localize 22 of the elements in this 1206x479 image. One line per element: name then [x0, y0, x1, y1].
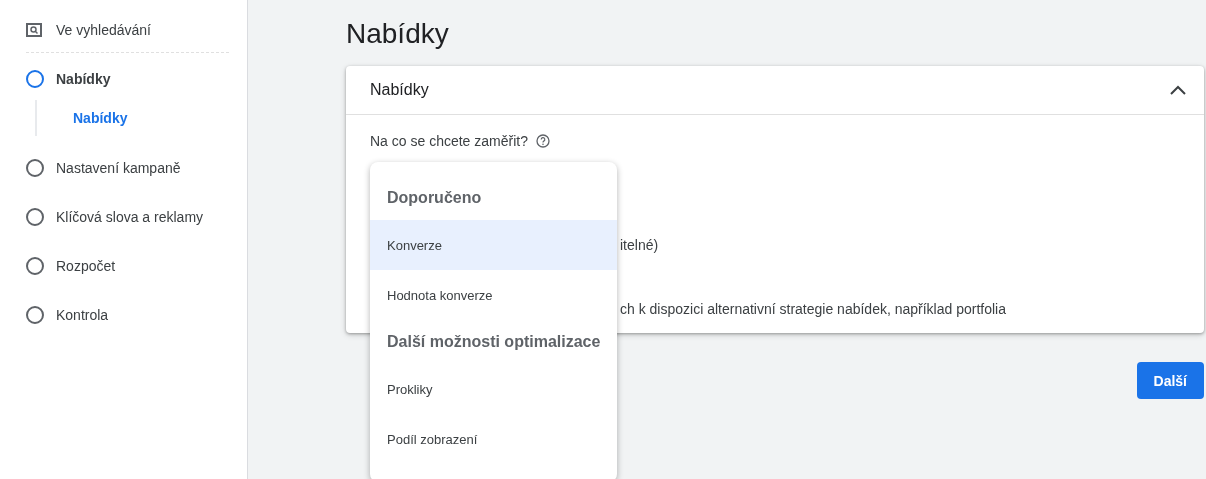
- menu-option[interactable]: Prokliky: [370, 364, 617, 414]
- substep-item[interactable]: Nabídky: [73, 110, 128, 126]
- nav-item[interactable]: Ve vyhledávání: [56, 22, 151, 38]
- step-item[interactable]: Nastavení kampaně: [56, 160, 181, 176]
- help-icon[interactable]: [535, 134, 550, 148]
- step-item[interactable]: Rozpočet: [56, 258, 116, 274]
- menu-option[interactable]: Hodnota konverze: [370, 270, 617, 320]
- step-item[interactable]: Nabídky: [56, 71, 111, 87]
- card-title: Nabídky: [370, 81, 429, 99]
- menu-group-header: Další možnosti optimalizace: [386, 332, 602, 352]
- chevron-icon[interactable]: [1170, 85, 1186, 95]
- step-item[interactable]: Kontrola: [56, 307, 109, 323]
- menu-group-header: Doporučeno: [386, 188, 483, 208]
- page-title: Nabídky: [346, 18, 450, 50]
- menu-option[interactable]: Konverze: [370, 220, 617, 270]
- option-label: ch k dispozici alternativní strategie nabídek, například portfolia: [620, 301, 1007, 317]
- search-icon: [26, 23, 42, 37]
- option-label: itelné): [620, 237, 660, 253]
- next-button[interactable]: Další: [1136, 362, 1204, 399]
- step-item[interactable]: Klíčová slova a reklamy: [56, 209, 204, 225]
- menu-option[interactable]: Podíl zobrazení: [370, 414, 617, 464]
- question-label: Na co se chcete zaměřit?: [370, 133, 528, 149]
